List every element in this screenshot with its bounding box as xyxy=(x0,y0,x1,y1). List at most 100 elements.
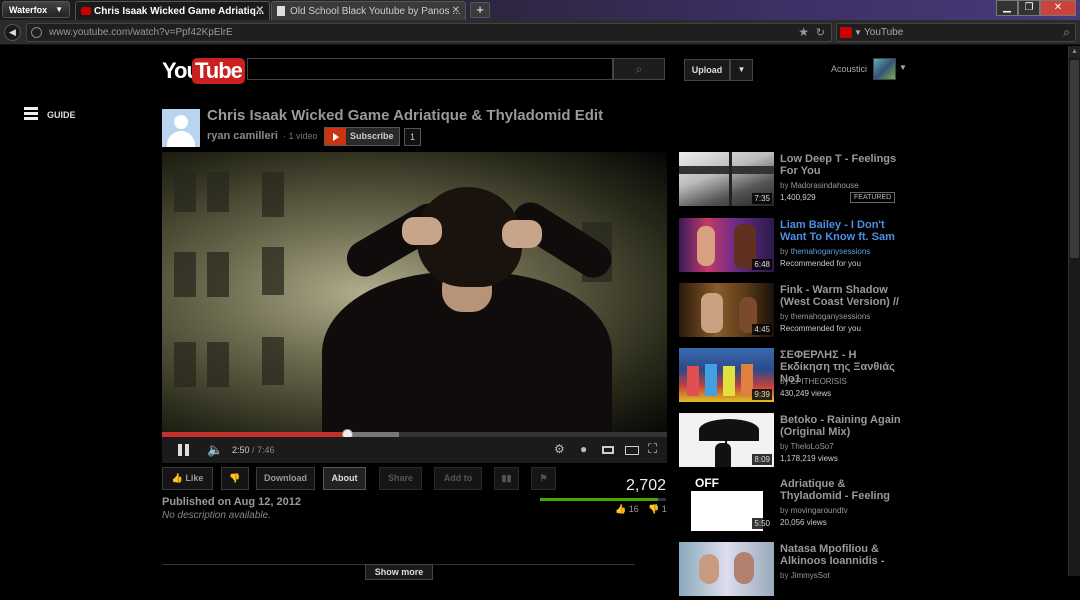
dislikes-count: 👎 1 xyxy=(648,504,667,514)
youtube-engine-icon xyxy=(840,27,852,38)
like-button[interactable]: 👍 Like xyxy=(162,467,213,490)
app-menu-label: Waterfox xyxy=(9,5,48,15)
youtube-favicon-icon xyxy=(81,7,91,15)
gear-icon[interactable]: ⚙ xyxy=(554,442,565,456)
reload-icon[interactable]: ↻ xyxy=(816,26,825,39)
upload-menu-button[interactable]: ▼ xyxy=(730,59,753,81)
subscribe-button[interactable]: Subscribe xyxy=(324,127,400,146)
tab-title: Chris Isaak Wicked Game Adriatiq... xyxy=(94,6,265,17)
close-window-button[interactable]: ✕ xyxy=(1040,0,1076,16)
scrollbar-thumb[interactable] xyxy=(1070,60,1079,258)
current-time: 2:50 xyxy=(232,445,250,455)
maximize-window-button[interactable]: ❐ xyxy=(1018,0,1040,16)
tab-youtube-video[interactable]: Chris Isaak Wicked Game Adriatiq... ✕ xyxy=(75,1,270,20)
video-duration: 4:45 xyxy=(752,324,772,335)
pause-icon[interactable] xyxy=(178,444,189,456)
large-player-icon[interactable] xyxy=(625,446,639,455)
video-thumbnail[interactable]: 6:48 xyxy=(679,218,774,272)
thumbs-up-icon: 👍 xyxy=(171,473,183,483)
related-video-channel: by EPITHEORISIS xyxy=(780,377,847,386)
player-controls: 🔈 2:50 / 7:46 ⚙ ● ⛶ xyxy=(162,437,667,463)
tab-about[interactable]: About xyxy=(323,467,366,490)
thumbs-down-icon: 👎 xyxy=(648,504,660,514)
related-video-meta: Recommended for you xyxy=(780,259,861,268)
like-label: Like xyxy=(185,473,204,483)
related-video-meta: 20,056 views xyxy=(780,518,827,527)
video-thumbnail[interactable]: 7:35 xyxy=(679,152,774,206)
related-video-channel: by themahoganysessions xyxy=(780,247,871,256)
related-video-channel: by themahoganysessions xyxy=(780,312,871,321)
logo-tube: Tube xyxy=(192,58,245,84)
search-icon[interactable]: ⌕ xyxy=(1063,25,1070,40)
close-tab-icon[interactable]: ✕ xyxy=(256,5,264,16)
thumbs-up-icon: 👍 xyxy=(615,504,627,514)
related-video-item[interactable]: 9:39 ΣΕΦΕΡΛΗΣ - Η Εκδίκηση της Ξανθιάς Ν… xyxy=(679,348,909,406)
related-video-meta: 430,249 views xyxy=(780,389,832,398)
back-button[interactable]: ◀ xyxy=(4,24,21,41)
engine-dropdown-icon[interactable]: ▼ xyxy=(854,28,862,37)
video-thumbnail[interactable]: 8:09 xyxy=(679,413,774,467)
channel-avatar[interactable] xyxy=(162,109,200,147)
related-video-item[interactable]: 7:35 Low Deep T - Feelings For You by Ma… xyxy=(679,152,909,210)
close-tab-icon[interactable]: ✕ xyxy=(452,5,460,16)
browser-nav-bar: ◀ www.youtube.com/watch?v=Ppf42KpElrE ★ … xyxy=(0,20,1080,45)
video-thumbnail[interactable] xyxy=(679,542,774,596)
small-player-icon[interactable] xyxy=(602,446,614,454)
browser-search-bar[interactable]: ▼ YouTube ⌕ xyxy=(836,23,1076,42)
related-video-title[interactable]: Fink - Warm Shadow (West Coast Version) … xyxy=(780,284,905,308)
report-button[interactable]: ⚑ xyxy=(531,467,556,490)
related-video-meta: 1,400,929 xyxy=(780,193,816,202)
search-input[interactable] xyxy=(247,58,613,80)
search-engine-name: YouTube xyxy=(864,27,904,38)
related-video-title[interactable]: Betoko - Raining Again (Original Mix) xyxy=(780,414,905,438)
related-video-title[interactable]: Low Deep T - Feelings For You xyxy=(780,153,905,177)
avatar[interactable] xyxy=(873,58,896,80)
chevron-down-icon[interactable]: ▼ xyxy=(899,63,907,72)
upload-button[interactable]: Upload xyxy=(684,59,730,81)
channel-name-link[interactable]: ryan camilleri xyxy=(207,130,278,142)
related-video-item[interactable]: OFF 5:50 Adriatique & Thyladomid - Feeli… xyxy=(679,477,909,535)
fullscreen-icon[interactable]: ⛶ xyxy=(648,441,657,457)
hamburger-menu-icon xyxy=(24,107,38,121)
view-count: 2,702 xyxy=(625,477,666,494)
search-button[interactable]: ⌕ xyxy=(613,58,665,80)
related-video-title[interactable]: Adriatique & Thyladomid - Feeling xyxy=(780,478,905,502)
page-favicon-icon xyxy=(277,6,285,16)
minimize-window-button[interactable]: ▁ xyxy=(996,0,1018,16)
add-to-button[interactable]: Add to xyxy=(434,467,482,490)
video-duration: 7:35 xyxy=(752,193,772,204)
tab-old-school-youtube[interactable]: Old School Black Youtube by Panos ... ✕ xyxy=(271,1,466,20)
video-player[interactable] xyxy=(162,152,667,435)
address-url: www.youtube.com/watch?v=Ppf42KpElrE xyxy=(49,27,233,38)
account-name[interactable]: Acoustici xyxy=(831,64,867,74)
video-thumbnail[interactable]: 4:45 xyxy=(679,283,774,337)
video-thumbnail[interactable]: 9:39 xyxy=(679,348,774,402)
stats-button[interactable]: ▮▮ xyxy=(494,467,519,490)
bookmark-star-icon[interactable]: ★ xyxy=(798,25,809,39)
related-video-item[interactable]: 6:48 Liam Bailey - I Don't Want To Know … xyxy=(679,218,909,276)
time-display: 2:50 / 7:46 xyxy=(232,445,275,455)
channel-video-count[interactable]: · 1 video xyxy=(283,131,318,141)
download-button[interactable]: Download xyxy=(256,467,315,490)
video-duration: 6:48 xyxy=(752,259,772,270)
related-video-title[interactable]: Liam Bailey - I Don't Want To Know ft. S… xyxy=(780,219,905,243)
show-more-button[interactable]: Show more xyxy=(365,564,433,580)
related-video-item[interactable]: Natasa Mpofiliou & Alkinoos Ioannidis - … xyxy=(679,542,909,600)
volume-icon[interactable]: 🔈 xyxy=(207,442,223,458)
video-thumbnail[interactable]: OFF 5:50 xyxy=(679,477,774,531)
related-video-meta: 1,178,219 views xyxy=(780,454,838,463)
video-description: No description available. xyxy=(162,510,271,521)
dislike-button[interactable]: 👎 xyxy=(221,467,249,490)
page-scrollbar[interactable]: ▲ xyxy=(1068,46,1080,576)
share-button[interactable]: Share xyxy=(379,467,422,490)
related-video-item[interactable]: 4:45 Fink - Warm Shadow (West Coast Vers… xyxy=(679,283,909,341)
globe-icon xyxy=(31,27,42,38)
browser-tab-bar: Waterfox ▼ Chris Isaak Wicked Game Adria… xyxy=(0,0,1080,20)
app-menu-button[interactable]: Waterfox ▼ xyxy=(2,1,70,18)
related-video-title[interactable]: Natasa Mpofiliou & Alkinoos Ioannidis - xyxy=(780,543,905,567)
new-tab-button[interactable]: + xyxy=(470,2,490,18)
annotations-icon[interactable]: ● xyxy=(580,442,587,456)
scroll-up-icon[interactable]: ▲ xyxy=(1069,46,1080,58)
related-video-item[interactable]: 8:09 Betoko - Raining Again (Original Mi… xyxy=(679,413,909,471)
address-bar[interactable]: www.youtube.com/watch?v=Ppf42KpElrE ★ ↻ xyxy=(26,23,832,42)
